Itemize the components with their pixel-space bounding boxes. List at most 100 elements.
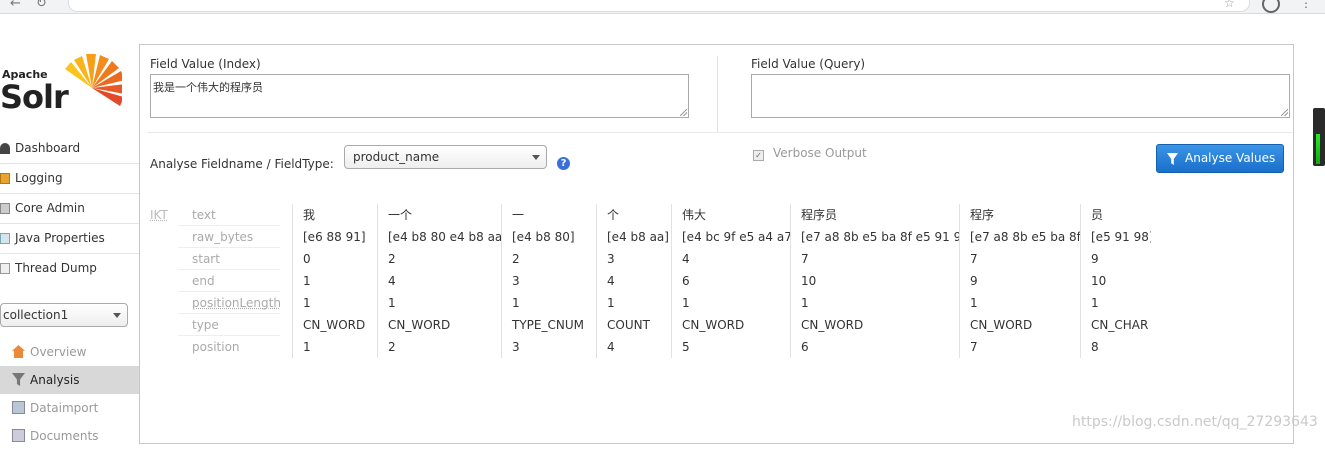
- verbose-output-toggle[interactable]: ✓ Verbose Output: [753, 146, 867, 161]
- token-end: 9: [960, 270, 1080, 292]
- token-text: 程序: [960, 204, 1080, 226]
- browser-menu-icon[interactable]: ⋮: [1300, 0, 1312, 10]
- funnel-icon: [1167, 153, 1178, 165]
- token-end: 3: [502, 270, 597, 292]
- token-start: 4: [672, 248, 791, 270]
- core-admin-icon: [0, 203, 10, 214]
- sidebar-item-thread-dump[interactable]: Thread Dump: [0, 254, 139, 283]
- token-position-length: 1: [597, 292, 672, 314]
- home-icon: [12, 345, 25, 358]
- analyse-values-button[interactable]: Analyse Values: [1156, 144, 1284, 173]
- token-raw-bytes: [e7 a8 8b e5 ba 8f e5 91 98]: [791, 226, 960, 248]
- token-position: 8: [1081, 336, 1151, 358]
- token-type: COUNT: [597, 314, 672, 336]
- analyse-values-label: Analyse Values: [1185, 151, 1275, 165]
- verbose-checkbox[interactable]: ✓: [753, 150, 764, 161]
- token-text: 个: [597, 204, 672, 226]
- sidebar-item-dashboard[interactable]: Dashboard: [0, 134, 139, 164]
- row-label: text: [178, 204, 280, 226]
- token-column: 程序员 [e7 a8 8b e5 ba 8f e5 91 98] 7 10 1 …: [790, 204, 960, 358]
- token-start: 2: [502, 248, 597, 270]
- core-item-label: Analysis: [30, 373, 79, 387]
- token-column: 程序 [e7 a8 8b e5 ba 8f] 7 9 1 CN_WORD 7: [959, 204, 1080, 358]
- column-divider: [717, 56, 718, 132]
- token-position-length: 1: [960, 292, 1080, 314]
- dataimport-icon: [12, 401, 25, 414]
- token-column: 员 [e5 91 98] 9 10 1 CN_CHAR 8: [1080, 204, 1151, 358]
- index-value-textarea[interactable]: 我是一个伟大的程序员: [150, 74, 689, 118]
- chevron-down-icon: [113, 313, 121, 318]
- token-start: 0: [293, 248, 377, 270]
- token-position: 5: [672, 336, 791, 358]
- solr-logo[interactable]: Apache Solr: [0, 50, 135, 120]
- sidebar-item-logging[interactable]: Logging: [0, 164, 139, 194]
- core-selector[interactable]: collection1: [0, 303, 128, 327]
- browser-toolbar: ← ↻ ☆ ⋮: [0, 0, 1325, 14]
- core-item-label: Dataimport: [30, 401, 98, 415]
- fieldtype-select[interactable]: product_name: [344, 145, 547, 169]
- token-raw-bytes: [e7 a8 8b e5 ba 8f]: [960, 226, 1080, 248]
- token-position: 4: [597, 336, 672, 358]
- token-raw-bytes: [e4 b8 80 e4 b8 aa]: [378, 226, 501, 248]
- core-item-dataimport[interactable]: Dataimport: [0, 394, 139, 422]
- token-position: 7: [960, 336, 1080, 358]
- sidebar-item-java-properties[interactable]: Java Properties: [0, 224, 139, 254]
- token-type: CN_WORD: [378, 314, 501, 336]
- resize-grip-icon[interactable]: [680, 109, 687, 116]
- token-end: 4: [378, 270, 501, 292]
- side-widget[interactable]: [1313, 108, 1325, 166]
- token-column: 个 [e4 b8 aa] 3 4 1 COUNT 4: [596, 204, 672, 358]
- address-bar[interactable]: [68, 0, 1250, 12]
- index-field-label: Field Value (Index): [150, 57, 261, 71]
- token-start: 9: [1081, 248, 1151, 270]
- token-column: 我 [e6 88 91] 0 1 1 CN_WORD 1: [292, 204, 377, 358]
- core-item-label: Overview: [30, 345, 87, 359]
- core-selector-value: collection1: [3, 308, 68, 322]
- resize-grip-icon[interactable]: [1281, 109, 1288, 116]
- token-column: 一个 [e4 b8 80 e4 b8 aa] 2 4 1 CN_WORD 2: [377, 204, 501, 358]
- token-raw-bytes: [e4 bc 9f e5 a4 a7]: [672, 226, 791, 248]
- token-text: 程序员: [791, 204, 960, 226]
- meter-icon: [1316, 134, 1320, 164]
- token-start: 3: [597, 248, 672, 270]
- row-labels: text raw_bytes start end positionLength …: [178, 204, 280, 358]
- token-start: 2: [378, 248, 501, 270]
- row-label: end: [178, 270, 280, 292]
- token-text: 一个: [378, 204, 501, 226]
- core-item-documents[interactable]: Documents: [0, 422, 139, 450]
- tokenizer-abbr[interactable]: IKT: [150, 208, 168, 222]
- token-type: TYPE_CNUM: [502, 314, 597, 336]
- back-arrow-icon[interactable]: ←: [10, 0, 21, 11]
- sidebar-nav: Dashboard Logging Core Admin Java Proper…: [0, 134, 139, 283]
- token-raw-bytes: [e5 91 98]: [1081, 226, 1151, 248]
- token-raw-bytes: [e4 b8 80]: [502, 226, 597, 248]
- token-end: 6: [672, 270, 791, 292]
- core-item-analysis[interactable]: Analysis: [0, 366, 139, 394]
- sidebar-item-label: Core Admin: [15, 201, 85, 215]
- query-value-textarea[interactable]: [751, 74, 1290, 118]
- token-raw-bytes: [e4 b8 aa]: [597, 226, 672, 248]
- sidebar-item-label: Java Properties: [15, 231, 105, 245]
- solr-sun-icon: [56, 52, 122, 116]
- token-text: 伟大: [672, 204, 791, 226]
- token-end: 10: [1081, 270, 1151, 292]
- token-text: 我: [293, 204, 377, 226]
- query-field-label: Field Value (Query): [751, 57, 865, 71]
- help-icon[interactable]: ?: [557, 157, 570, 170]
- token-position-length: 1: [672, 292, 791, 314]
- refresh-icon[interactable]: ↻: [36, 0, 47, 11]
- java-properties-icon: [0, 233, 10, 244]
- dashboard-icon: [0, 143, 10, 154]
- bookmark-star-icon[interactable]: ☆: [1224, 0, 1235, 10]
- sidebar-item-core-admin[interactable]: Core Admin: [0, 194, 139, 224]
- token-type: CN_WORD: [293, 314, 377, 336]
- row-label: positionLength: [178, 292, 280, 314]
- token-position: 2: [378, 336, 501, 358]
- account-icon[interactable]: [1262, 0, 1280, 13]
- row-label: type: [178, 314, 280, 336]
- token-end: 4: [597, 270, 672, 292]
- core-item-overview[interactable]: Overview: [0, 338, 139, 366]
- token-start: 7: [791, 248, 960, 270]
- thread-dump-icon: [0, 263, 10, 274]
- token-position: 3: [502, 336, 597, 358]
